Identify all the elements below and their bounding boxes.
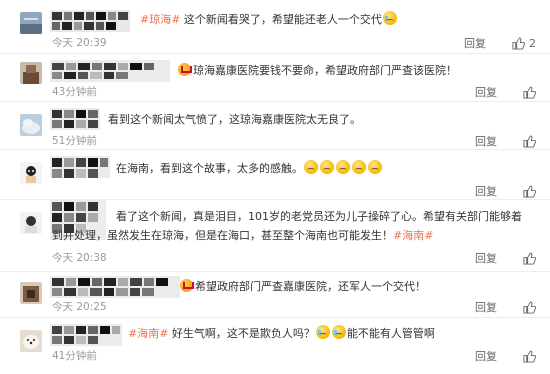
username-mosaic[interactable] bbox=[50, 324, 122, 346]
avatar[interactable] bbox=[20, 12, 42, 34]
sad-face-icon bbox=[336, 160, 350, 174]
comment-text: 看了这个新闻，真是泪目，101岁的老党员还为儿子操碎了心。希望有关部门能够着到并… bbox=[52, 207, 532, 245]
username-mosaic[interactable] bbox=[50, 108, 100, 130]
comment-time: 今天 20:39 bbox=[52, 37, 107, 49]
comment-content: 这个新闻看哭了，希望能还老人一个交代 bbox=[180, 13, 382, 26]
thumb-up-icon bbox=[523, 85, 536, 99]
comment-item: 希望政府部门严查嘉康医院，还军人一个交代！ 今天 20:25 回复 bbox=[0, 272, 550, 318]
vip-crown-icon bbox=[178, 63, 192, 76]
like-button[interactable] bbox=[523, 251, 536, 265]
avatar-image bbox=[20, 212, 42, 234]
comment-content: 在海南，看到这个故事，太多的感触。 bbox=[116, 162, 303, 175]
avatar-image bbox=[20, 282, 42, 304]
avatar[interactable] bbox=[20, 330, 42, 352]
hashtag-link[interactable]: #琼海# bbox=[140, 13, 180, 26]
mosaic-pixelation bbox=[50, 324, 122, 346]
hashtag-link[interactable]: #海南# bbox=[128, 327, 168, 340]
mosaic-pixelation bbox=[50, 10, 130, 32]
thumb-up-icon bbox=[523, 349, 536, 363]
reply-button[interactable]: 回复 bbox=[475, 348, 497, 364]
avatar[interactable] bbox=[20, 212, 42, 234]
comment-text: 看到这个新闻太气愤了，这琼海嘉康医院太无良了。 bbox=[108, 111, 490, 128]
avatar-image bbox=[20, 162, 42, 184]
comment-actions: 回复 bbox=[475, 299, 536, 315]
reply-button[interactable]: 回复 bbox=[475, 133, 497, 149]
reply-button[interactable]: 回复 bbox=[475, 183, 497, 199]
avatar[interactable] bbox=[20, 282, 42, 304]
comment-text: 希望政府部门严查嘉康医院，还军人一个交代！ bbox=[180, 278, 490, 295]
comment-time: 今天 20:25 bbox=[52, 301, 107, 313]
like-button[interactable] bbox=[523, 134, 536, 148]
reply-button[interactable]: 回复 bbox=[475, 299, 497, 315]
comment-actions: 回复 2 bbox=[464, 35, 536, 51]
vip-crown-icon bbox=[180, 279, 194, 292]
reply-button[interactable]: 回复 bbox=[475, 84, 497, 100]
thumb-up-icon bbox=[523, 251, 536, 265]
like-button[interactable] bbox=[523, 85, 536, 99]
comment-actions: 回复 bbox=[475, 348, 536, 364]
comment-item: #琼海# 这个新闻看哭了，希望能还老人一个交代 今天 20:39 回复 2 bbox=[0, 0, 550, 54]
avatar[interactable] bbox=[20, 62, 42, 84]
username-mosaic[interactable] bbox=[50, 60, 170, 82]
hashtag-link[interactable]: #海南# bbox=[393, 229, 433, 242]
sad-face-icon bbox=[320, 160, 334, 174]
comment-list: #琼海# 这个新闻看哭了，希望能还老人一个交代 今天 20:39 回复 2 琼海… bbox=[0, 0, 550, 374]
username-mosaic[interactable] bbox=[50, 156, 110, 178]
comment-item: 在海南，看到这个故事，太多的感触。 回复 bbox=[0, 150, 550, 200]
comment-content-tail: 能不能有人管管啊 bbox=[346, 327, 435, 340]
reply-button[interactable]: 回复 bbox=[475, 250, 497, 266]
crying-face-icon bbox=[331, 325, 346, 339]
sad-face-icon bbox=[368, 160, 382, 174]
mosaic-pixelation bbox=[50, 276, 180, 298]
avatar-image bbox=[20, 114, 42, 136]
comment-content: 希望政府部门严查嘉康医院，还军人一个交代！ bbox=[195, 280, 426, 293]
comment-text: #琼海# 这个新闻看哭了，希望能还老人一个交代 bbox=[140, 11, 490, 28]
comment-content: 好生气啊，这不是欺负人吗？ bbox=[168, 327, 315, 340]
username-mosaic[interactable] bbox=[50, 10, 130, 32]
mosaic-pixelation bbox=[50, 60, 170, 82]
like-button[interactable]: 2 bbox=[512, 37, 536, 50]
like-button[interactable] bbox=[523, 349, 536, 363]
comment-item: 看到这个新闻太气愤了，这琼海嘉康医院太无良了。 51分钟前 回复 bbox=[0, 102, 550, 150]
comment-content: 琼海嘉康医院要钱不要命，希望政府部门严查该医院！ bbox=[193, 64, 457, 77]
like-count: 2 bbox=[529, 36, 536, 50]
comment-actions: 回复 bbox=[475, 250, 536, 266]
avatar[interactable] bbox=[20, 114, 42, 136]
thumb-up-icon bbox=[512, 36, 525, 50]
sad-face-icon bbox=[352, 160, 366, 174]
comment-time: 41分钟前 bbox=[52, 350, 97, 362]
comment-content: 看到这个新闻太气愤了，这琼海嘉康医院太无良了。 bbox=[108, 113, 361, 126]
comment-time: 51分钟前 bbox=[52, 135, 97, 147]
like-button[interactable] bbox=[523, 300, 536, 314]
comment-item: 看了这个新闻，真是泪目，101岁的老党员还为儿子操碎了心。希望有关部门能够着到并… bbox=[0, 200, 550, 272]
comment-content: 看了这个新闻，真是泪目，101岁的老党员还为儿子操碎了心。希望有关部门能够着到并… bbox=[52, 210, 522, 242]
comment-item: #海南# 好生气啊，这不是欺负人吗？ 能不能有人管管啊 41分钟前 回复 bbox=[0, 318, 550, 374]
comment-time: 今天 20:38 bbox=[52, 252, 107, 264]
comment-actions: 回复 bbox=[475, 133, 536, 149]
comment-time: 43分钟前 bbox=[52, 86, 97, 98]
avatar-image bbox=[20, 12, 42, 34]
mosaic-pixelation bbox=[50, 156, 110, 178]
avatar-image bbox=[20, 62, 42, 84]
like-button[interactable] bbox=[523, 184, 536, 198]
sad-face-icon bbox=[304, 160, 318, 174]
comment-actions: 回复 bbox=[475, 84, 536, 100]
comment-text: 在海南，看到这个故事，太多的感触。 bbox=[116, 160, 490, 177]
thumb-up-icon bbox=[523, 134, 536, 148]
comment-actions: 回复 bbox=[475, 183, 536, 199]
comment-text: 琼海嘉康医院要钱不要命，希望政府部门严查该医院！ bbox=[178, 62, 490, 79]
comment-text: #海南# 好生气啊，这不是欺负人吗？ 能不能有人管管啊 bbox=[128, 325, 490, 342]
avatar-image bbox=[20, 330, 42, 352]
crying-face-icon bbox=[315, 325, 330, 339]
thumb-up-icon bbox=[523, 184, 536, 198]
mosaic-pixelation bbox=[50, 108, 100, 130]
avatar[interactable] bbox=[20, 162, 42, 184]
username-mosaic[interactable] bbox=[50, 276, 180, 298]
reply-button[interactable]: 回复 bbox=[464, 35, 486, 51]
crying-face-icon bbox=[382, 11, 397, 25]
thumb-up-icon bbox=[523, 300, 536, 314]
comment-item: 琼海嘉康医院要钱不要命，希望政府部门严查该医院！ 43分钟前 回复 bbox=[0, 54, 550, 102]
